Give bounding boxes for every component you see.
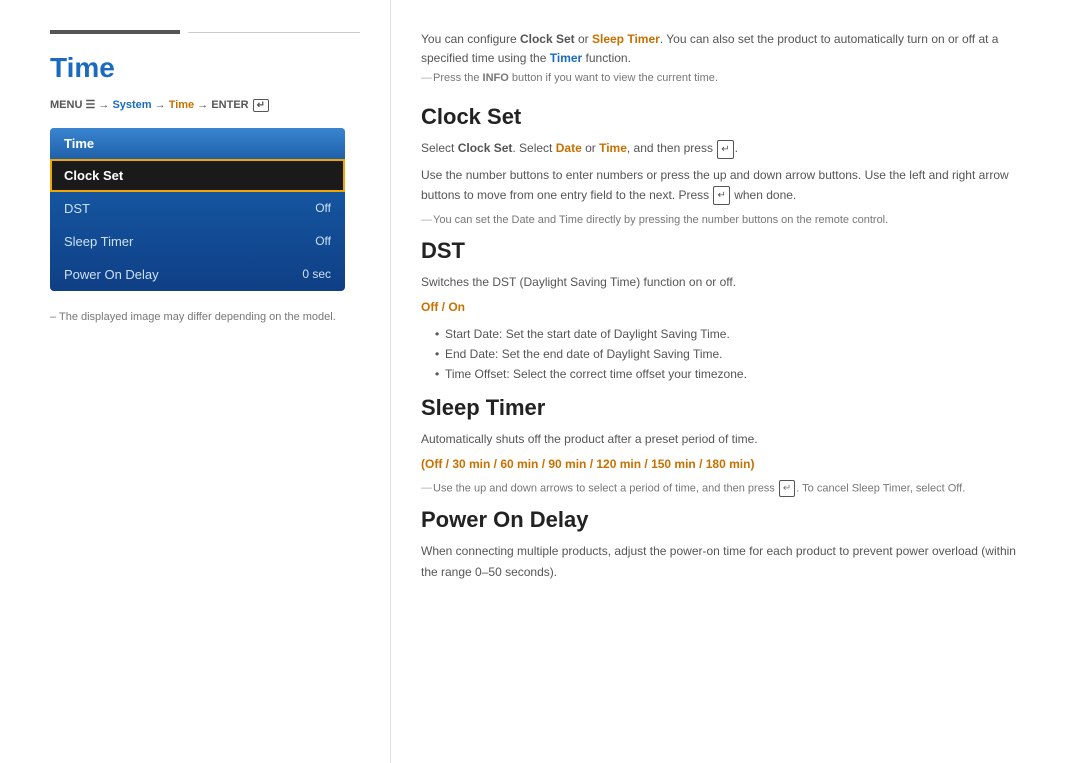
sleep-timer-body: Automatically shuts off the product afte…: [421, 429, 1030, 449]
rule-dark: [50, 30, 180, 34]
dst-options: Off / On: [421, 298, 1030, 317]
sleep-timer-options: (Off / 30 min / 60 min / 90 min / 120 mi…: [421, 455, 1030, 474]
dst-bullet-time-offset: Time Offset: Select the correct time off…: [435, 364, 1030, 384]
menu-item-power-on-delay-value: 0 sec: [302, 267, 331, 281]
dst-bullet-end-date: End Date: Set the end date of Daylight S…: [435, 344, 1030, 364]
dst-body: Switches the DST (Daylight Saving Time) …: [421, 272, 1030, 292]
right-panel: You can configure Clock Set or Sleep Tim…: [390, 0, 1080, 763]
top-rule: [50, 30, 360, 34]
menu-item-dst-label: DST: [64, 201, 90, 216]
menu-item-sleep-timer-label: Sleep Timer: [64, 234, 133, 249]
breadcrumb-arrow2: →: [155, 99, 169, 111]
breadcrumb-time: Time: [169, 99, 194, 111]
menu-item-dst-value: Off: [315, 201, 331, 215]
breadcrumb-arrow1: →: [98, 99, 112, 111]
menu-item-sleep-timer-value: Off: [315, 234, 331, 248]
section-title-clock-set: Clock Set: [421, 104, 1030, 130]
disclaimer: The displayed image may differ depending…: [50, 311, 360, 323]
clock-set-note: You can set the Date and Time directly b…: [421, 212, 1030, 229]
breadcrumb-arrow3: →: [197, 99, 211, 111]
menu-item-dst[interactable]: DST Off: [50, 192, 345, 225]
breadcrumb-enter: ENTER ↵: [211, 99, 270, 111]
intro-note: Press the INFO button if you want to vie…: [421, 72, 1030, 84]
section-title-sleep-timer: Sleep Timer: [421, 395, 1030, 421]
rule-light: [188, 32, 360, 33]
dst-bullets: Start Date: Set the start date of Daylig…: [421, 324, 1030, 385]
menu-item-power-on-delay-label: Power On Delay: [64, 267, 159, 282]
breadcrumb: MENU ☰ → System → Time → ENTER ↵: [50, 98, 360, 112]
breadcrumb-system: System: [112, 99, 151, 111]
section-title-power-on-delay: Power On Delay: [421, 507, 1030, 533]
page-title: Time: [50, 52, 360, 84]
menu-item-clock-set-label: Clock Set: [64, 168, 123, 183]
menu-header: Time: [50, 128, 345, 159]
dst-bullet-start-date: Start Date: Set the start date of Daylig…: [435, 324, 1030, 344]
power-on-delay-body: When connecting multiple products, adjus…: [421, 541, 1030, 582]
intro-text: You can configure Clock Set or Sleep Tim…: [421, 30, 1030, 68]
breadcrumb-menu: MENU ☰: [50, 99, 95, 111]
section-title-dst: DST: [421, 238, 1030, 264]
left-panel: Time MENU ☰ → System → Time → ENTER ↵ Ti…: [0, 0, 390, 763]
menu-item-sleep-timer[interactable]: Sleep Timer Off: [50, 225, 345, 258]
menu-item-power-on-delay[interactable]: Power On Delay 0 sec: [50, 258, 345, 291]
menu-box: Time Clock Set DST Off Sleep Timer Off P…: [50, 128, 345, 291]
menu-item-clock-set[interactable]: Clock Set: [50, 159, 345, 192]
clock-set-body1: Select Clock Set. Select Date or Time, a…: [421, 138, 1030, 158]
clock-set-body2: Use the number buttons to enter numbers …: [421, 165, 1030, 206]
sleep-timer-note: Use the up and down arrows to select a p…: [421, 480, 1030, 497]
